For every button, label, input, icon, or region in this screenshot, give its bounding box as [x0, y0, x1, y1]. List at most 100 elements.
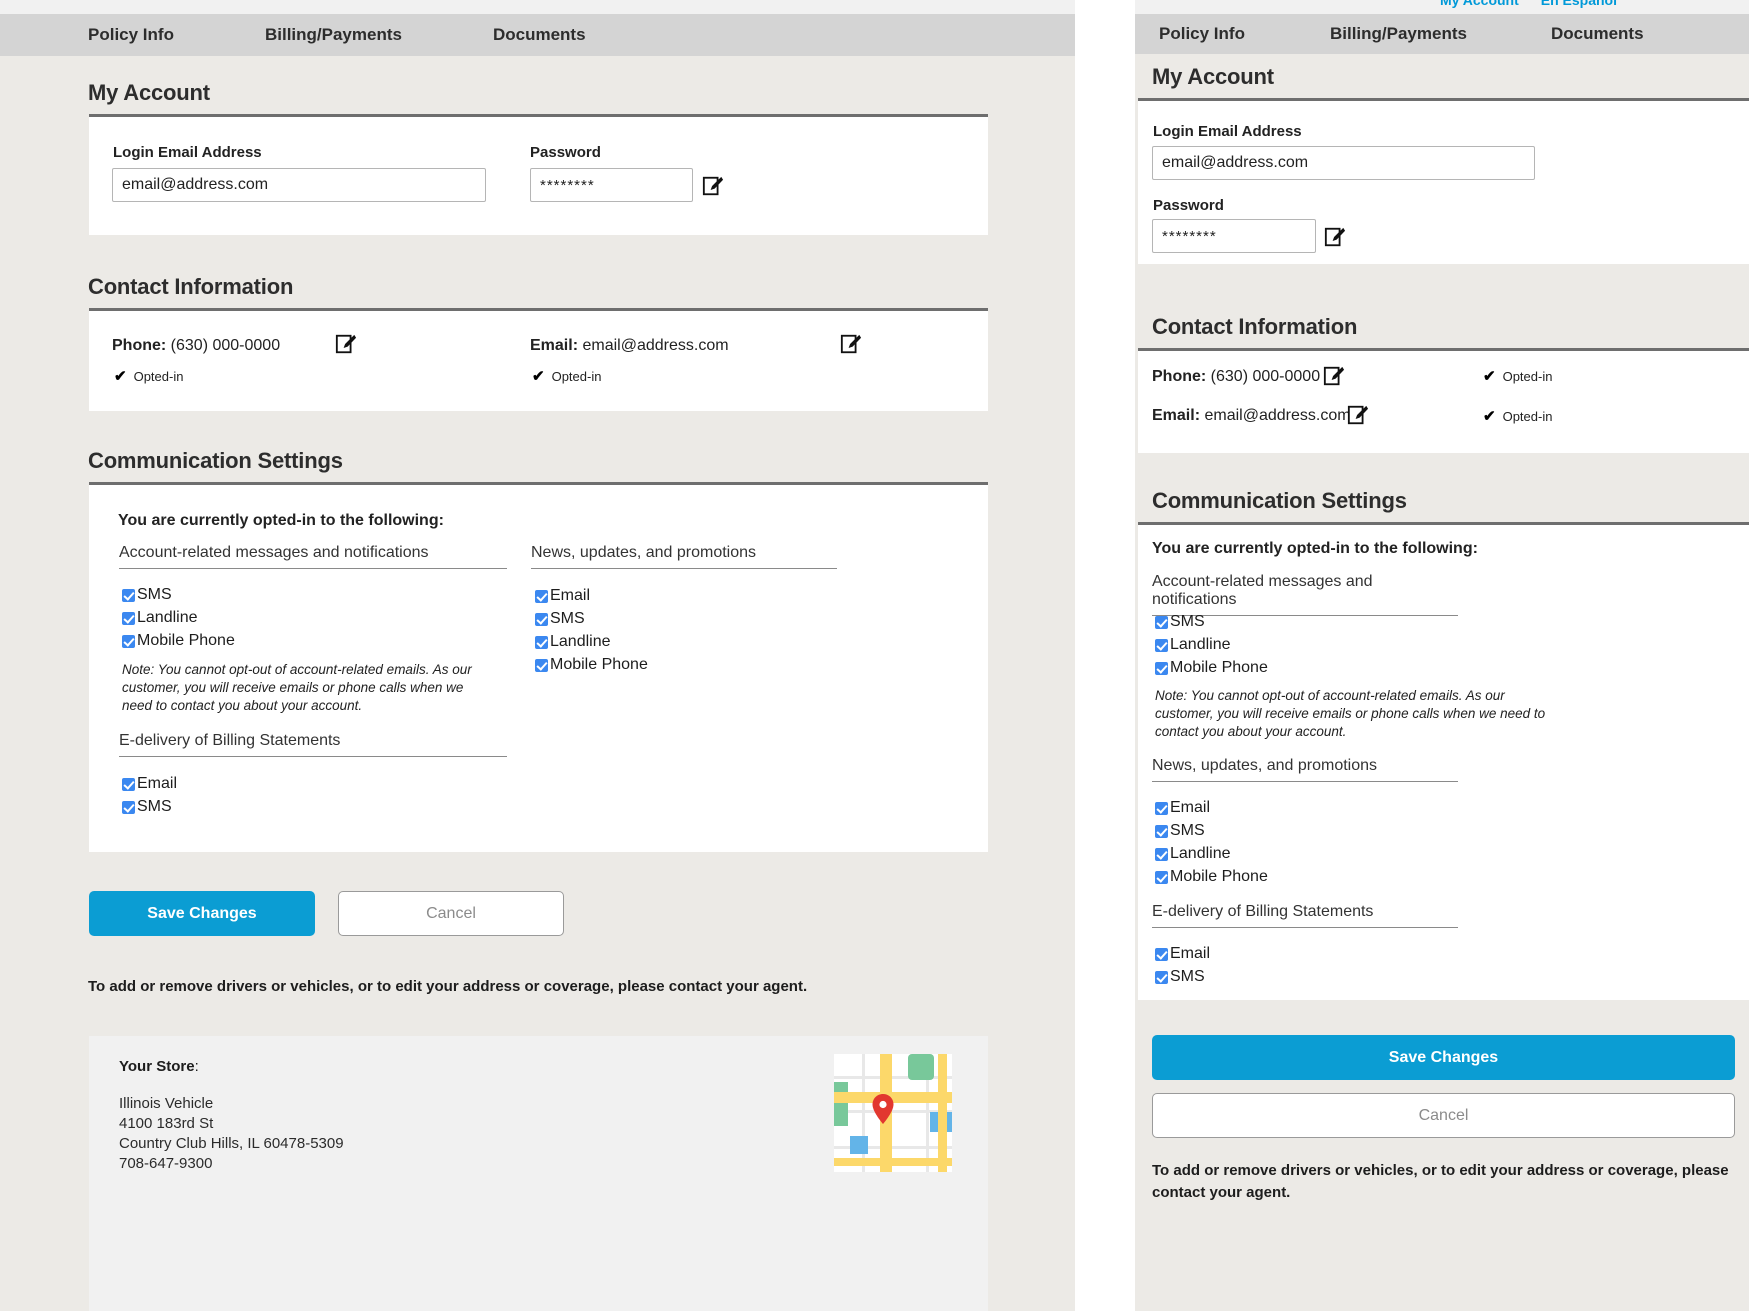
- nav-item-billing-payments[interactable]: Billing/Payments: [265, 25, 402, 45]
- checkbox-label: Mobile Phone: [1170, 659, 1268, 676]
- checkbox-email[interactable]: [1155, 802, 1168, 815]
- utility-link-en-espanol[interactable]: En Español: [1541, 0, 1617, 7]
- login-email-input[interactable]: email@address.com: [112, 168, 486, 202]
- email-value: email@address.com: [1204, 407, 1351, 424]
- checkbox-row[interactable]: Email: [1155, 944, 1210, 963]
- pencil-edit-icon[interactable]: [1324, 226, 1346, 248]
- your-store-heading-colon: :: [194, 1058, 199, 1075]
- checkbox-row[interactable]: Mobile Phone: [1155, 867, 1268, 886]
- pencil-edit-icon[interactable]: [840, 333, 862, 355]
- password-input[interactable]: ********: [1152, 219, 1316, 253]
- phone-row: Phone: (630) 000-0000: [112, 337, 280, 355]
- checkbox-sms[interactable]: [1155, 971, 1168, 984]
- pencil-edit-icon[interactable]: [1347, 404, 1369, 426]
- phone-value: (630) 000-0000: [1210, 368, 1321, 385]
- map-pin-icon: [872, 1094, 894, 1124]
- checkbox-label: SMS: [137, 586, 172, 603]
- email-row: Email: email@address.com: [1152, 407, 1351, 425]
- optin-lead-text: You are currently opted-in to the follow…: [1152, 540, 1478, 557]
- checkbox-row[interactable]: Email: [1155, 798, 1268, 817]
- checkbox-label: SMS: [1170, 968, 1205, 985]
- checkbox-row[interactable]: Email: [535, 586, 648, 605]
- checkbox-row[interactable]: Landline: [535, 632, 648, 651]
- optout-note: Note: You cannot opt-out of account-rela…: [1155, 688, 1546, 739]
- checkbox-label: SMS: [1170, 822, 1205, 839]
- nav-item-documents[interactable]: Documents: [1551, 24, 1644, 44]
- checkbox-sms[interactable]: [1155, 825, 1168, 838]
- store-phone: 708-647-9300: [119, 1155, 213, 1172]
- checkbox-email[interactable]: [535, 590, 548, 603]
- cancel-button[interactable]: Cancel: [1152, 1093, 1735, 1138]
- checkbox-landline[interactable]: [1155, 848, 1168, 861]
- checkbox-row[interactable]: Email: [122, 774, 177, 793]
- checkbox-mobile-phone[interactable]: [1155, 662, 1168, 675]
- checkbox-landline[interactable]: [1155, 639, 1168, 652]
- checkbox-landline[interactable]: [122, 612, 135, 625]
- checkbox-sms[interactable]: [122, 801, 135, 814]
- main-nav-desktop: Policy Info Billing/Payments Documents: [0, 14, 1075, 56]
- page-title: My Account: [1152, 64, 1274, 89]
- checkbox-mobile-phone[interactable]: [1155, 871, 1168, 884]
- pencil-edit-icon[interactable]: [702, 175, 724, 197]
- nav-item-documents[interactable]: Documents: [493, 25, 586, 45]
- login-email-label: Login Email Address: [1153, 123, 1302, 140]
- checkbox-label: SMS: [1170, 613, 1205, 630]
- password-input[interactable]: ********: [530, 168, 693, 202]
- checkbox-label: Landline: [550, 633, 611, 650]
- responsive-comparison-stage: Policy Info Billing/Payments Documents M…: [0, 0, 1749, 1311]
- checkbox-row[interactable]: Landline: [122, 608, 235, 627]
- checkbox-row[interactable]: Mobile Phone: [1155, 658, 1268, 677]
- email-label: Email:: [530, 337, 579, 354]
- phone-label: Phone:: [1152, 368, 1207, 385]
- checkbox-sms[interactable]: [122, 589, 135, 602]
- save-changes-button[interactable]: Save Changes: [1152, 1035, 1735, 1080]
- checkbox-email[interactable]: [122, 778, 135, 791]
- checkbox-mobile-phone[interactable]: [535, 659, 548, 672]
- map-location-thumbnail[interactable]: [834, 1054, 952, 1172]
- checkbox-label: Landline: [137, 609, 198, 626]
- checkmark-icon: ✔: [532, 368, 545, 385]
- save-changes-button[interactable]: Save Changes: [89, 891, 315, 936]
- checkbox-landline[interactable]: [535, 636, 548, 649]
- checkbox-row[interactable]: SMS: [1155, 821, 1268, 840]
- checkbox-label: Email: [1170, 799, 1211, 816]
- checkbox-row[interactable]: SMS: [122, 797, 177, 816]
- pencil-edit-icon[interactable]: [335, 333, 357, 355]
- group-options-news-updates: Email SMS Landline Mobile Phone: [535, 582, 648, 674]
- nav-item-policy-info[interactable]: Policy Info: [1159, 24, 1245, 44]
- checkbox-row[interactable]: SMS: [535, 609, 648, 628]
- checkbox-row[interactable]: SMS: [1155, 612, 1268, 631]
- checkbox-row[interactable]: Mobile Phone: [535, 655, 648, 674]
- checkbox-row[interactable]: Mobile Phone: [122, 631, 235, 650]
- optin-lead-text: You are currently opted-in to the follow…: [118, 512, 444, 529]
- checkbox-mobile-phone[interactable]: [122, 635, 135, 648]
- group-options-news-updates: Email SMS Landline Mobile Phone: [1155, 794, 1268, 886]
- checkbox-label: SMS: [550, 610, 585, 627]
- account-card: Login Email Address email@address.com Pa…: [1138, 101, 1749, 264]
- phone-row: Phone: (630) 000-0000: [1152, 368, 1320, 386]
- page-title: My Account: [88, 80, 210, 105]
- checkbox-label: Mobile Phone: [137, 632, 235, 649]
- checkmark-icon: ✔: [1483, 368, 1496, 385]
- contact-information-title: Contact Information: [1152, 314, 1358, 339]
- checkbox-label: Mobile Phone: [1170, 868, 1268, 885]
- checkbox-sms[interactable]: [535, 613, 548, 626]
- nav-item-policy-info[interactable]: Policy Info: [88, 25, 174, 45]
- checkbox-label: Email: [137, 775, 178, 792]
- login-email-input[interactable]: email@address.com: [1152, 146, 1535, 180]
- group-heading-news-updates: News, updates, and promotions: [1152, 757, 1458, 782]
- utility-link-my-account[interactable]: My Account: [1440, 0, 1519, 7]
- checkbox-row[interactable]: SMS: [1155, 967, 1210, 986]
- checkbox-label: Mobile Phone: [550, 656, 648, 673]
- nav-item-billing-payments[interactable]: Billing/Payments: [1330, 24, 1467, 44]
- checkbox-email[interactable]: [1155, 948, 1168, 961]
- main-nav-mobile: Policy Info Billing/Payments Documents: [1135, 14, 1749, 54]
- checkbox-row[interactable]: Landline: [1155, 844, 1268, 863]
- communication-card: You are currently opted-in to the follow…: [1138, 525, 1749, 1000]
- checkbox-row[interactable]: Landline: [1155, 635, 1268, 654]
- checkbox-sms[interactable]: [1155, 616, 1168, 629]
- checkbox-row[interactable]: SMS: [122, 585, 235, 604]
- group-heading-edelivery: E-delivery of Billing Statements: [119, 732, 507, 757]
- pencil-edit-icon[interactable]: [1323, 365, 1345, 387]
- cancel-button[interactable]: Cancel: [338, 891, 564, 936]
